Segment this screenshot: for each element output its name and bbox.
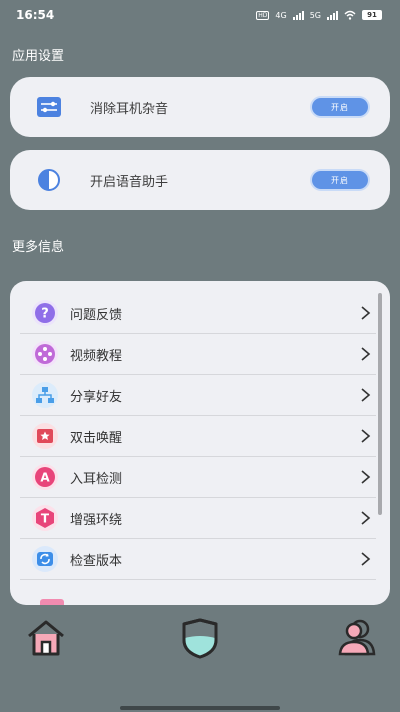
refresh-icon xyxy=(32,546,58,572)
list-item-in-ear-detect[interactable]: A 入耳检测 xyxy=(20,457,376,498)
app-settings-title: 应用设置 xyxy=(12,49,65,64)
signal-icon xyxy=(292,10,304,20)
hd-badge: HD xyxy=(256,10,270,20)
voice-assistant-label: 开启语音助手 xyxy=(90,174,169,190)
voice-assistant-card: 开启语音助手 开启 xyxy=(10,150,390,210)
status-time: 16:54 xyxy=(16,8,55,22)
svg-text:?: ? xyxy=(41,307,49,322)
list-item-feedback[interactable]: ? 问题反馈 xyxy=(20,293,376,334)
chevron-right-icon xyxy=(361,388,371,402)
signal-icon-2 xyxy=(327,10,338,20)
voice-assistant-button[interactable]: 开启 xyxy=(312,171,368,189)
item-label: 视频教程 xyxy=(70,348,123,364)
item-label: 分享好友 xyxy=(70,389,123,405)
shield-icon[interactable] xyxy=(178,616,222,660)
list-item-surround[interactable]: T 增强环绕 xyxy=(20,498,376,539)
star-badge-icon xyxy=(32,423,58,449)
item-label: 增强环绕 xyxy=(70,512,123,528)
list-item-share[interactable]: 分享好友 xyxy=(20,375,376,416)
list-item-video-tutorial[interactable]: 视频教程 xyxy=(20,334,376,375)
more-info-title: 更多信息 xyxy=(12,240,65,255)
home-indicator xyxy=(120,706,280,710)
list-item-check-version[interactable]: 检查版本 xyxy=(20,539,376,580)
letter-t-icon: T xyxy=(32,505,58,531)
status-bar: 16:54 HD 4G 5G 91 xyxy=(0,0,400,30)
item-label: 入耳检测 xyxy=(70,471,123,487)
noise-cancel-label: 消除耳机杂音 xyxy=(90,101,169,117)
network-5g-label: 5G xyxy=(309,10,321,20)
list-item-partial xyxy=(40,589,64,605)
scrollbar[interactable] xyxy=(378,293,382,515)
user-icon[interactable] xyxy=(334,616,378,660)
more-info-list: ? 问题反馈 视频教程 分享好友 双击唤醒 A 入耳检测 T 增强环绕 检查版本 xyxy=(10,281,390,605)
item-label: 检查版本 xyxy=(70,553,123,569)
contrast-half-icon xyxy=(38,169,60,191)
chevron-right-icon xyxy=(361,429,371,443)
battery-icon: 91 xyxy=(362,10,382,20)
question-icon: ? xyxy=(32,300,58,326)
tab-bar xyxy=(0,612,400,664)
home-icon[interactable] xyxy=(24,616,68,660)
share-network-icon xyxy=(32,382,58,408)
network-4g-label: 4G xyxy=(275,10,287,20)
letter-a-icon: A xyxy=(32,464,58,490)
noise-cancel-button[interactable]: 开启 xyxy=(312,98,368,116)
chevron-right-icon xyxy=(361,552,371,566)
wifi-icon xyxy=(344,10,356,20)
list-item-double-tap[interactable]: 双击唤醒 xyxy=(20,416,376,457)
chevron-right-icon xyxy=(361,511,371,525)
svg-text:A: A xyxy=(40,471,50,485)
svg-text:T: T xyxy=(41,512,50,526)
noise-cancel-card: 消除耳机杂音 开启 xyxy=(10,77,390,137)
status-icons: HD 4G 5G 91 xyxy=(256,10,382,20)
item-label: 问题反馈 xyxy=(70,307,123,323)
chevron-right-icon xyxy=(361,306,371,320)
item-label: 双击唤醒 xyxy=(70,430,123,446)
chevron-right-icon xyxy=(361,470,371,484)
film-reel-icon xyxy=(32,341,58,367)
equalizer-icon xyxy=(37,97,61,117)
chevron-right-icon xyxy=(361,347,371,361)
